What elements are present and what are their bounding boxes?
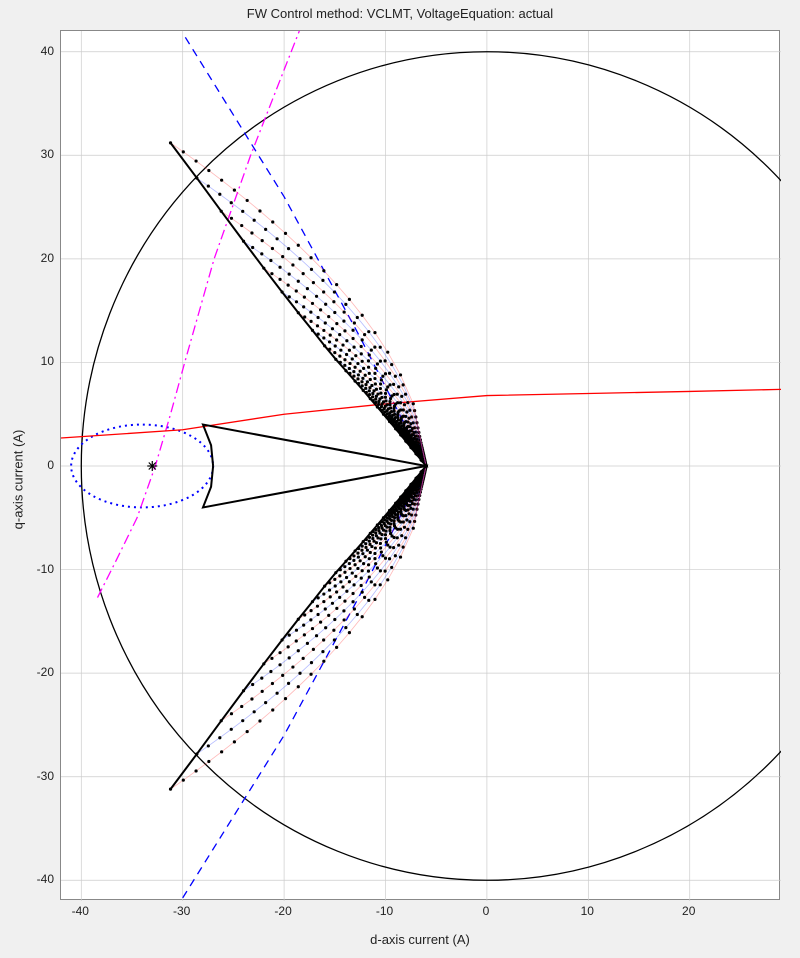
y-axis-label: q-axis current (A) <box>11 429 26 529</box>
plot-svg <box>61 31 779 899</box>
ytick-label: 40 <box>41 44 54 58</box>
xtick-label: -10 <box>376 904 393 918</box>
ytick-label: 0 <box>47 458 54 472</box>
xtick-label: 10 <box>581 904 594 918</box>
ytick-label: -20 <box>37 665 54 679</box>
xtick-label: -20 <box>274 904 291 918</box>
xtick-label: -30 <box>173 904 190 918</box>
x-axis-label: d-axis current (A) <box>60 932 780 947</box>
xtick-label: 20 <box>682 904 695 918</box>
ytick-label: 20 <box>41 251 54 265</box>
chart-title: FW Control method: VCLMT, VoltageEquatio… <box>0 6 800 21</box>
xtick-label: -40 <box>72 904 89 918</box>
ytick-label: -30 <box>37 769 54 783</box>
ytick-label: 30 <box>41 147 54 161</box>
ytick-label: -40 <box>37 872 54 886</box>
y-axis-label-wrap: q-axis current (A) <box>8 0 28 958</box>
ytick-label: 10 <box>41 354 54 368</box>
ytick-label: -10 <box>37 562 54 576</box>
figure: FW Control method: VCLMT, VoltageEquatio… <box>0 0 800 958</box>
chart-axes <box>60 30 780 900</box>
xtick-label: 0 <box>483 904 490 918</box>
